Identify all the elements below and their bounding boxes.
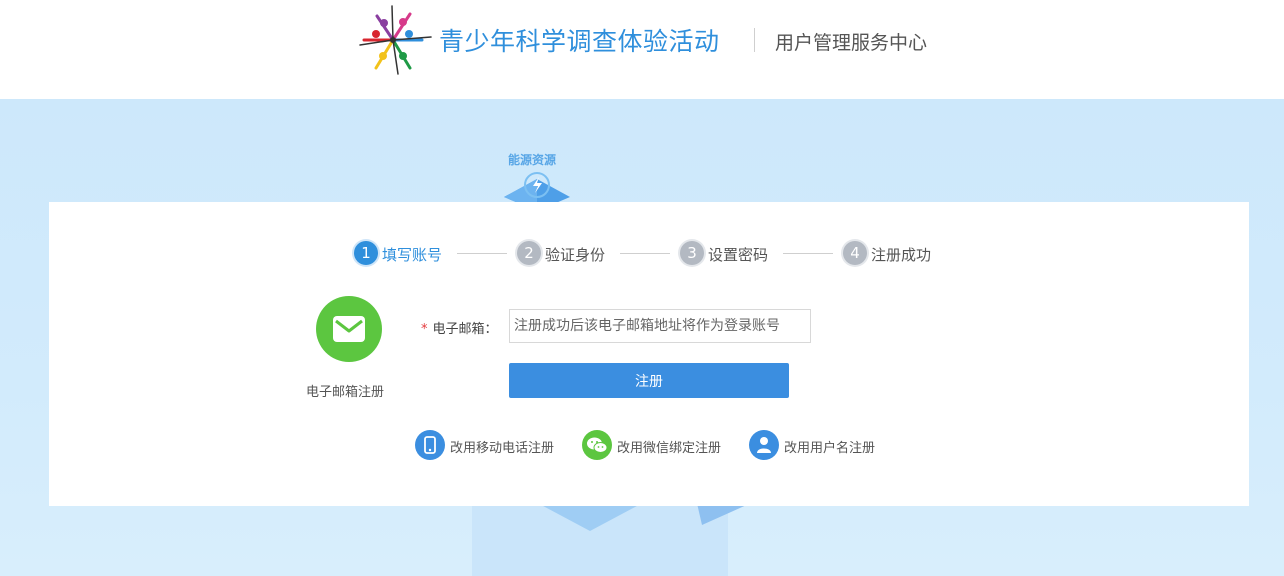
site-header: 青少年科学调查体验活动 用户管理服务中心: [0, 0, 1284, 99]
alt-register-username-label: 改用用户名注册: [784, 441, 876, 456]
email-label-text: 电子邮箱：: [432, 322, 498, 337]
step-connector: [457, 253, 507, 254]
header-subtitle: 用户管理服务中心: [775, 32, 928, 54]
progress-steps: 1 填写账号 2 验证身份 3 设置密码 4 注册成功: [354, 241, 954, 267]
email-input[interactable]: [509, 309, 811, 343]
wechat-icon: [582, 430, 612, 460]
email-field-label: * 电子邮箱：: [421, 318, 498, 337]
step-connector: [620, 253, 670, 254]
register-button[interactable]: 注册: [509, 363, 789, 398]
alt-register-mobile-label: 改用移动电话注册: [450, 441, 555, 456]
step-number: 4: [843, 241, 867, 265]
envelope-icon: [333, 316, 365, 342]
step-label: 验证身份: [545, 246, 606, 264]
step-label: 设置密码: [708, 246, 769, 264]
user-icon: [749, 430, 779, 460]
alt-register-wechat-label: 改用微信绑定注册: [617, 441, 722, 456]
bottom-illustration: [472, 499, 760, 576]
step-connector: [783, 253, 833, 254]
site-title: 青少年科学调查体验活动: [439, 27, 720, 56]
step-number: 2: [517, 241, 541, 265]
mobile-phone-icon: [415, 430, 445, 460]
step-label: 填写账号: [382, 246, 443, 264]
header-divider: [754, 28, 755, 52]
required-mark: *: [421, 322, 428, 337]
step-label: 注册成功: [871, 246, 932, 264]
step-number: 1: [354, 241, 378, 265]
step-number: 3: [680, 241, 704, 265]
email-method-badge: [316, 296, 382, 362]
email-method-label: 电子邮箱注册: [306, 385, 385, 400]
site-logo[interactable]: [352, 4, 434, 76]
energy-illustration: [504, 172, 570, 205]
